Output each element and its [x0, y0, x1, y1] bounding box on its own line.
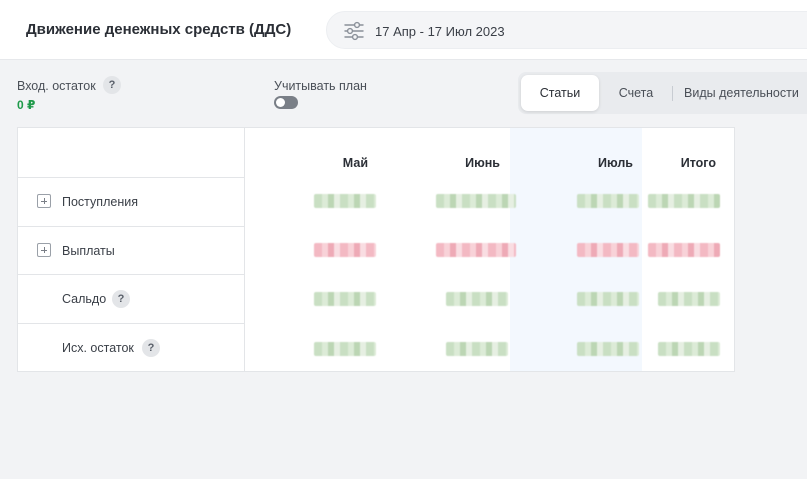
- help-icon[interactable]: ?: [142, 339, 160, 357]
- column-header-july: Июль: [598, 156, 633, 170]
- date-range-text: 17 Апр - 17 Июл 2023: [375, 24, 505, 39]
- expand-plus-icon[interactable]: [37, 194, 51, 208]
- view-tabs: Статьи Счета Виды деятельности: [518, 72, 807, 114]
- tab-accounts[interactable]: Счета: [610, 75, 662, 111]
- row-divider: [18, 274, 244, 275]
- blurred-value: [577, 243, 639, 257]
- blurred-value: [648, 243, 720, 257]
- column-header-may: Май: [342, 156, 368, 170]
- blurred-value: [314, 194, 376, 208]
- blurred-value: [577, 342, 639, 356]
- column-header-june: Июнь: [465, 156, 500, 170]
- blurred-value: [658, 292, 720, 306]
- blurred-value: [648, 194, 720, 208]
- sliders-icon: [344, 21, 364, 41]
- toggle-knob: [276, 98, 285, 107]
- blurred-value: [577, 292, 639, 306]
- row-label-payments: Выплаты: [62, 244, 115, 258]
- column-divider: [244, 128, 245, 371]
- help-icon[interactable]: ?: [103, 76, 121, 94]
- cashflow-table: Май Июнь Июль Итого Поступления Выплаты …: [17, 127, 735, 372]
- row-divider: [18, 323, 244, 324]
- blurred-value: [446, 292, 508, 306]
- blurred-value: [314, 243, 376, 257]
- column-header-total: Итого: [680, 156, 716, 170]
- top-bar: Движение денежных средств (ДДС) 17 Апр -…: [0, 0, 807, 60]
- page-title: Движение денежных средств (ДДС): [26, 21, 292, 38]
- date-range-filter[interactable]: 17 Апр - 17 Июл 2023: [326, 11, 807, 49]
- row-divider: [18, 226, 244, 227]
- row-label-balance: Сальдо: [62, 292, 107, 306]
- expand-plus-icon[interactable]: [37, 243, 51, 257]
- opening-balance-value: 0 ₽: [17, 98, 36, 112]
- row-label-income: Поступления: [62, 195, 138, 209]
- blurred-value: [658, 342, 720, 356]
- blurred-value: [314, 292, 376, 306]
- help-icon[interactable]: ?: [112, 290, 130, 308]
- blurred-value: [314, 342, 376, 356]
- plan-toggle-label: Учитывать план: [274, 79, 367, 93]
- plan-toggle[interactable]: [274, 96, 298, 109]
- tab-divider: [672, 86, 673, 101]
- blurred-value: [577, 194, 639, 208]
- opening-balance-label: Вход. остаток: [17, 79, 96, 93]
- blurred-value: [446, 342, 508, 356]
- blurred-value: [436, 194, 516, 208]
- row-label-closing: Исх. остаток: [62, 341, 134, 355]
- tab-articles[interactable]: Статьи: [521, 75, 599, 111]
- tab-activity-types[interactable]: Виды деятельности: [684, 75, 807, 111]
- row-divider: [18, 177, 244, 178]
- blurred-value: [436, 243, 516, 257]
